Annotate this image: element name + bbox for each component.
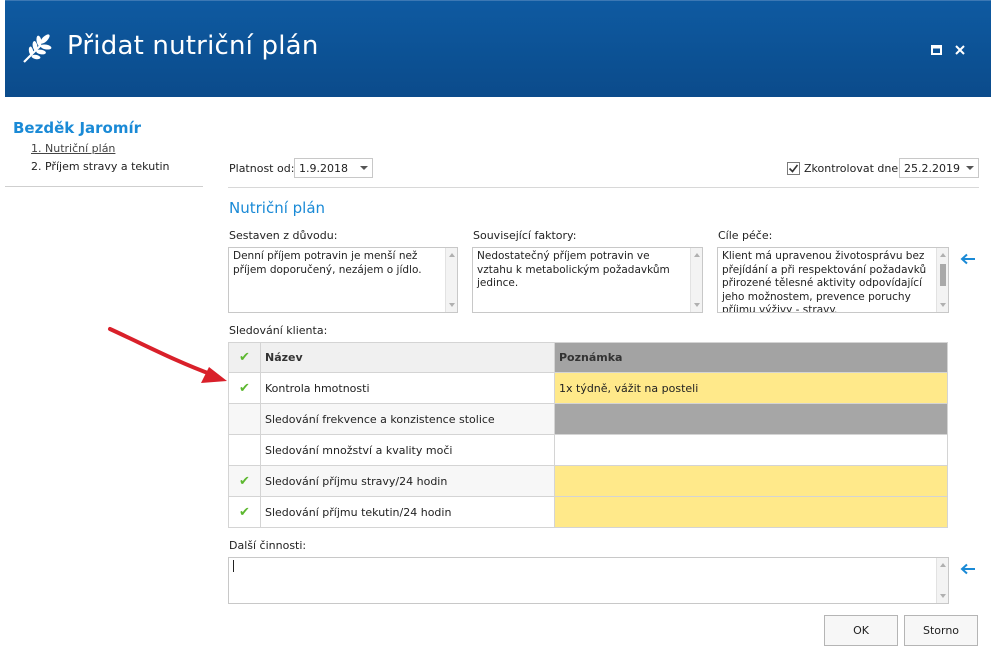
row-note-cell[interactable]: 1x týdně, vážit na posteli: [554, 372, 948, 404]
table-row[interactable]: ✔ Sledování příjmu stravy/24 hodin: [228, 465, 948, 497]
chevron-down-icon: [360, 166, 368, 170]
other-label: Další činnosti:: [229, 539, 307, 552]
row-name-cell[interactable]: Sledování množství a kvality moči: [260, 434, 555, 466]
text-cursor: [233, 560, 234, 572]
factors-textarea[interactable]: Nedostatečný příjem potravin ve vztahu k…: [472, 247, 703, 313]
validity-date-select[interactable]: 1.9.2018: [294, 158, 373, 178]
column-header-note[interactable]: Poznámka: [554, 342, 948, 373]
monitoring-table: ✔ Název Poznámka ✔ Kontrola hmotnosti 1x t…: [228, 342, 948, 528]
annotation-arrow-icon: [108, 327, 227, 383]
checkmark-icon: ✔: [239, 350, 250, 365]
row-name-cell[interactable]: Sledování příjmu stravy/24 hodin: [260, 465, 555, 497]
check-date-checkbox[interactable]: [787, 162, 800, 175]
goals-text: Klient má upravenou životosprávu bez pře…: [722, 250, 927, 313]
nav-item-nutrition-plan[interactable]: 1. Nutriční plán: [31, 142, 115, 155]
row-check-cell[interactable]: ✔: [228, 496, 261, 528]
ok-button[interactable]: OK: [824, 615, 898, 646]
goals-label: Cíle péče:: [718, 229, 773, 242]
reason-text: Denní příjem potravin je menší než příje…: [233, 250, 422, 276]
check-date-value: 25.2.2019: [904, 162, 960, 175]
sidebar-divider: [5, 186, 203, 187]
checkmark-icon: ✔: [239, 473, 250, 489]
row-note-cell[interactable]: [554, 403, 948, 435]
table-row[interactable]: ✔ Sledování příjmu tekutin/24 hodin: [228, 496, 948, 528]
reason-scrollbar[interactable]: [445, 248, 457, 312]
table-row[interactable]: Sledování množství a kvality moči: [228, 434, 948, 466]
section-title: Nutriční plán: [229, 199, 326, 217]
arrow-left-icon[interactable]: [960, 253, 976, 265]
header-check-cell[interactable]: ✔: [228, 342, 261, 373]
form-divider: [228, 187, 979, 188]
window-title: Přidat nutriční plán: [67, 31, 319, 61]
row-name-cell[interactable]: Sledování frekvence a konzistence stolic…: [260, 403, 555, 435]
arrow-left-icon[interactable]: [960, 563, 976, 575]
row-note-cell[interactable]: [554, 465, 948, 497]
nav-item-food-intake[interactable]: 2. Příjem stravy a tekutin: [31, 160, 170, 173]
patient-name: Bezděk Jaromír: [13, 119, 142, 137]
other-textarea[interactable]: [228, 557, 949, 604]
close-icon[interactable]: [953, 43, 967, 57]
validity-date-value: 1.9.2018: [299, 162, 348, 175]
row-check-cell[interactable]: ✔: [228, 372, 261, 404]
other-scrollbar[interactable]: [936, 558, 948, 603]
column-header-name[interactable]: Název: [260, 342, 555, 373]
row-check-cell[interactable]: ✔: [228, 465, 261, 497]
row-name-cell[interactable]: Sledování příjmu tekutin/24 hodin: [260, 496, 555, 528]
reason-label: Sestaven z důvodu:: [229, 229, 338, 242]
check-date-select[interactable]: 25.2.2019: [899, 158, 979, 178]
cancel-button[interactable]: Storno: [904, 615, 978, 646]
factors-label: Související faktory:: [473, 229, 577, 242]
wheat-icon: [23, 34, 52, 63]
goals-textarea[interactable]: Klient má upravenou životosprávu bez pře…: [717, 247, 949, 313]
checkmark-icon: [788, 164, 799, 173]
factors-text: Nedostatečný příjem potravin ve vztahu k…: [477, 250, 670, 289]
checkmark-icon: ✔: [239, 380, 250, 396]
validity-label: Platnost od:: [229, 162, 295, 175]
row-note-cell[interactable]: [554, 434, 948, 466]
maximize-icon[interactable]: [930, 43, 944, 57]
table-row[interactable]: Sledování frekvence a konzistence stolic…: [228, 403, 948, 435]
row-check-cell[interactable]: [228, 403, 261, 435]
monitoring-label: Sledování klienta:: [229, 324, 328, 337]
chevron-down-icon: [966, 166, 974, 170]
row-note-cell[interactable]: [554, 496, 948, 528]
reason-textarea[interactable]: Denní příjem potravin je menší než příje…: [228, 247, 458, 313]
title-bar: Přidat nutriční plán: [5, 0, 991, 97]
factors-scrollbar[interactable]: [690, 248, 702, 312]
table-header-row: ✔ Název Poznámka: [228, 342, 948, 373]
table-row[interactable]: ✔ Kontrola hmotnosti 1x týdně, vážit na po…: [228, 372, 948, 404]
checkmark-icon: ✔: [239, 504, 250, 520]
row-check-cell[interactable]: [228, 434, 261, 466]
row-name-cell[interactable]: Kontrola hmotnosti: [260, 372, 555, 404]
goals-scrollbar[interactable]: [936, 248, 948, 312]
check-date-label: Zkontrolovat dne:: [804, 162, 902, 175]
